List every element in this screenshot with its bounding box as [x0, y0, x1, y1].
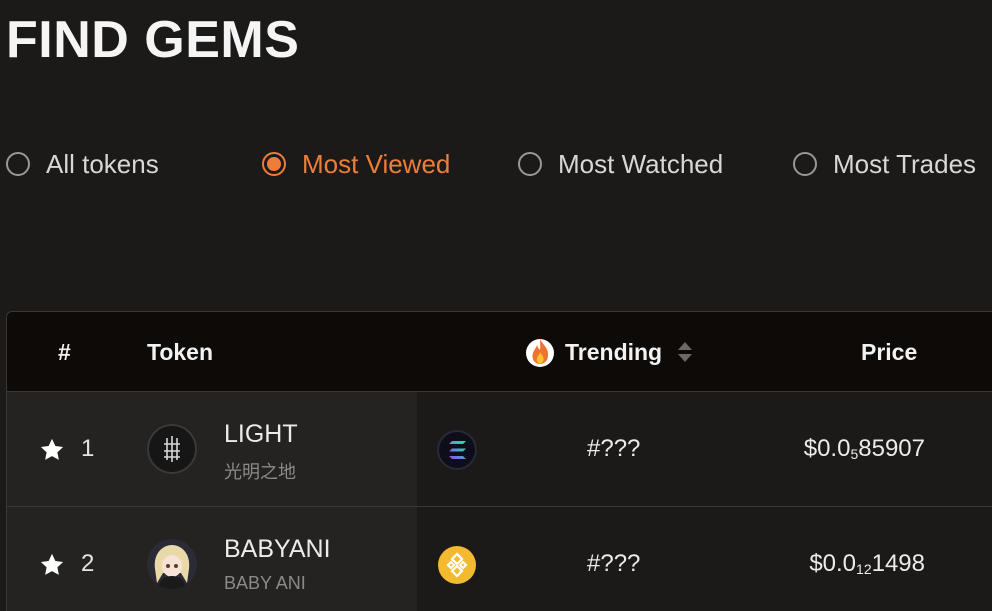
- filter-label: Most Viewed: [302, 148, 451, 179]
- column-header-trending[interactable]: Trending: [525, 312, 693, 392]
- filter-label: Most Watched: [558, 148, 724, 179]
- column-header-price: Price: [861, 338, 918, 365]
- filter-all-tokens[interactable]: All tokens: [6, 140, 159, 188]
- token-avatar: [147, 539, 197, 589]
- star-icon[interactable]: [38, 436, 66, 464]
- radio-icon[interactable]: [518, 152, 542, 176]
- column-header-trending-label: Trending: [565, 338, 663, 365]
- star-icon[interactable]: [38, 551, 66, 579]
- filter-most-watched[interactable]: Most Watched: [518, 140, 723, 188]
- token-name[interactable]: LIGHT: [224, 420, 298, 449]
- token-name[interactable]: BABYANI: [224, 535, 331, 564]
- filter-label: All tokens: [46, 148, 159, 179]
- table-row[interactable]: 2 BABYANI BABY ANI #??? $0.0121498: [7, 507, 992, 611]
- radio-icon[interactable]: [793, 152, 817, 176]
- fire-icon: [526, 339, 554, 367]
- filter-label: Most Trades: [833, 148, 977, 179]
- page-title: FIND GEMS: [6, 11, 300, 69]
- radio-selected-icon[interactable]: [262, 152, 286, 176]
- tokens-table: # Token Trending Price 1 LIGHT 光明之地 #???…: [6, 311, 992, 611]
- trending-value: #???: [587, 550, 641, 577]
- trending-value: #???: [587, 435, 641, 462]
- table-header: # Token Trending Price: [7, 312, 992, 392]
- solana-icon: [437, 430, 477, 470]
- token-subtitle: BABY ANI: [224, 573, 306, 593]
- table-row[interactable]: 1 LIGHT 光明之地 #??? $0.0585907: [7, 392, 992, 507]
- sort-icon[interactable]: [678, 342, 693, 362]
- token-price: $0.0585907: [803, 435, 925, 462]
- filter-most-trades[interactable]: Most Trades: [793, 140, 976, 188]
- token-price: $0.0121498: [809, 550, 925, 577]
- rank-number: 1: [81, 435, 95, 462]
- token-avatar: [147, 424, 197, 474]
- column-header-rank: #: [58, 338, 71, 365]
- token-subtitle: 光明之地: [224, 462, 296, 482]
- rank-number: 2: [81, 550, 95, 577]
- filter-radio-group: All tokens Most Viewed Most Watched Most…: [0, 140, 992, 188]
- filter-most-viewed[interactable]: Most Viewed: [262, 140, 450, 188]
- radio-icon[interactable]: [6, 152, 30, 176]
- bnb-icon: [438, 546, 476, 584]
- column-header-token: Token: [147, 338, 214, 365]
